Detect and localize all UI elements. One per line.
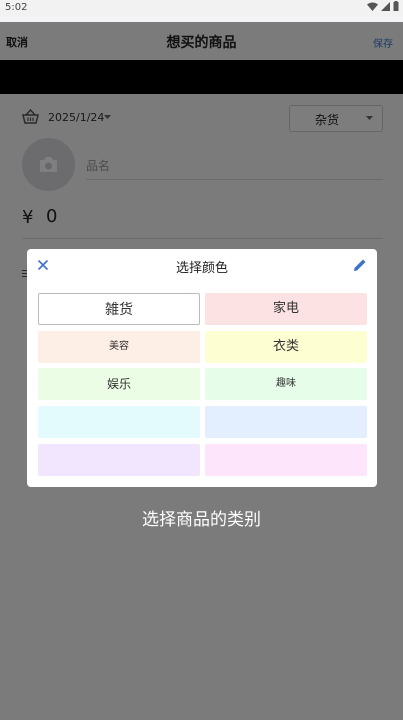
wifi-icon (367, 2, 378, 11)
edit-icon[interactable] (353, 258, 367, 272)
category-option-10[interactable] (205, 444, 367, 476)
signal-icon (381, 1, 390, 11)
battery-icon (393, 1, 399, 11)
category-option-4[interactable]: 衣类 (205, 331, 367, 363)
category-option-9[interactable] (38, 444, 200, 476)
status-bar: 5:02 (0, 0, 403, 16)
category-option-1[interactable]: 雑货 (38, 293, 200, 325)
category-option-2[interactable]: 家电 (205, 293, 367, 325)
color-picker-dialog: 选择颜色 雑货 家电 美容 衣类 娱乐 趣味 (27, 249, 377, 487)
category-option-5[interactable]: 娱乐 (38, 368, 200, 400)
status-time: 5:02 (5, 2, 28, 13)
category-option-6[interactable]: 趣味 (205, 368, 367, 400)
tutorial-caption: 选择商品的类别 (142, 510, 261, 530)
category-option-7[interactable] (38, 406, 200, 438)
dialog-title: 选择颜色 (175, 261, 228, 276)
category-option-8[interactable] (205, 406, 367, 438)
status-icons (367, 1, 399, 11)
category-option-3[interactable]: 美容 (38, 331, 200, 363)
